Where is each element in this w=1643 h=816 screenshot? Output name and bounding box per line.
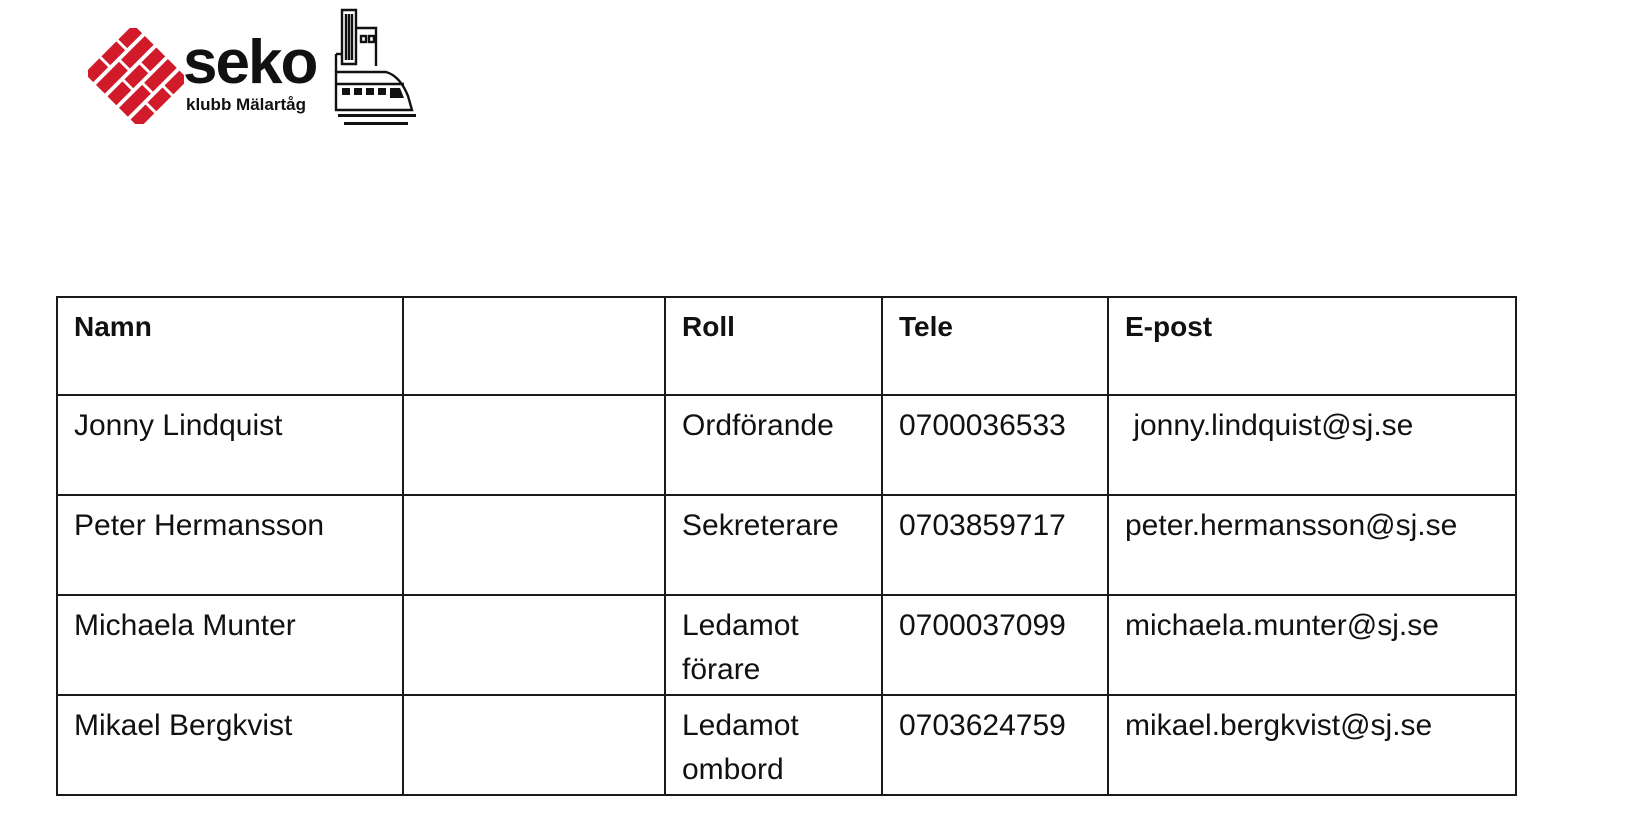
phone-cell: 0703624759 (881, 694, 1109, 796)
email-cell: peter.hermansson@sj.se (1107, 494, 1517, 596)
header-logo: seko klubb Mälartåg (88, 6, 448, 136)
brand-subtitle: klubb Mälartåg (186, 95, 306, 114)
role-cell: Ledamot ombord (664, 694, 883, 796)
name-cell: Mikael Bergkvist (56, 694, 404, 796)
contact-table: Namn Roll Tele E-post Jonny Lindquist Or… (56, 296, 1517, 796)
role-cell: Sekreterare (664, 494, 883, 596)
table-row: Mikael Bergkvist Ledamot ombord 07036247… (56, 694, 1517, 796)
column-header-email: E-post (1107, 296, 1517, 396)
column-header-blank (402, 296, 666, 396)
blank-cell (402, 594, 666, 696)
train-city-icon (334, 8, 416, 125)
name-cell: Michaela Munter (56, 594, 404, 696)
email-cell: jonny.lindquist@sj.se (1107, 394, 1517, 496)
email-cell: mikael.bergkvist@sj.se (1107, 694, 1517, 796)
blank-cell (402, 394, 666, 496)
blank-cell (402, 694, 666, 796)
email-cell: michaela.munter@sj.se (1107, 594, 1517, 696)
table-row: Peter Hermansson Sekreterare 0703859717 … (56, 494, 1517, 596)
column-header-name: Namn (56, 296, 404, 396)
name-cell: Jonny Lindquist (56, 394, 404, 496)
table-row: Jonny Lindquist Ordförande 0700036533 jo… (56, 394, 1517, 496)
column-header-phone: Tele (881, 296, 1109, 396)
table-row: Michaela Munter Ledamot förare 070003709… (56, 594, 1517, 696)
blank-cell (402, 494, 666, 596)
table-header-row: Namn Roll Tele E-post (56, 296, 1517, 396)
brand-name: seko (183, 28, 318, 97)
phone-cell: 0700037099 (881, 594, 1109, 696)
name-cell: Peter Hermansson (56, 494, 404, 596)
column-header-role: Roll (664, 296, 883, 396)
phone-cell: 0703859717 (881, 494, 1109, 596)
role-cell: Ordförande (664, 394, 883, 496)
role-cell: Ledamot förare (664, 594, 883, 696)
seko-logo-icon (88, 28, 184, 124)
phone-cell: 0700036533 (881, 394, 1109, 496)
